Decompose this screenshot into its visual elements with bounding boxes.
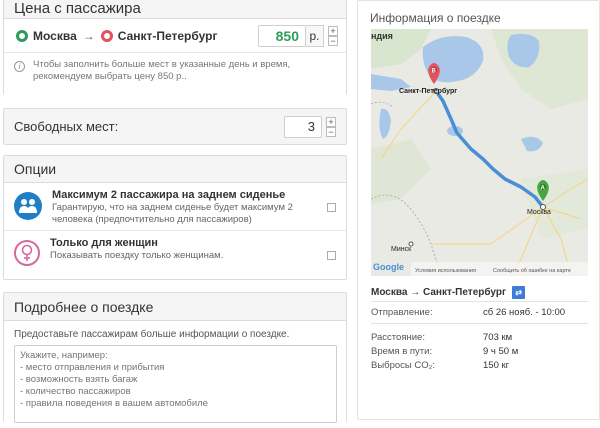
option-title: Максимум 2 пассажира на заднем сиденье	[52, 189, 286, 201]
seats-label: Свободных мест:	[14, 119, 119, 134]
option-women-only-checkbox[interactable]	[327, 251, 336, 260]
currency-label: р.	[306, 24, 324, 47]
price-decrease-button[interactable]: −	[328, 35, 338, 46]
price-stepper[interactable]: + −	[328, 25, 338, 46]
route-map[interactable]: B A ндия Санкт-Петербург Москва Минск Go…	[371, 29, 588, 276]
details-label: Предоставьте пассажирам больше информаци…	[14, 329, 290, 340]
route-summary-text: Москва → Санкт-Петербург	[371, 287, 507, 298]
details-textarea[interactable]	[14, 345, 337, 423]
two-passengers-icon	[14, 192, 42, 220]
divider	[371, 323, 588, 324]
map-label-minsk: Минск	[391, 246, 412, 253]
female-icon	[14, 240, 40, 266]
distance-label: Расстояние:	[371, 332, 425, 343]
seats-panel: Свободных мест: 3 + −	[3, 108, 347, 145]
seats-decrease-button[interactable]: −	[326, 126, 336, 137]
map-label-region: ндия	[371, 31, 393, 41]
route-info-icon: ⇄	[512, 286, 526, 299]
map-label-spb: Санкт-Петербург	[399, 87, 457, 95]
options-header: Опции	[4, 156, 346, 183]
google-logo: Google	[373, 262, 404, 272]
price-panel-title: Цена с пассажира	[14, 0, 141, 17]
seats-increase-button[interactable]: +	[326, 116, 336, 127]
seats-input[interactable]: 3	[284, 115, 322, 138]
departure-label: Отправление:	[371, 307, 433, 318]
options-title: Опции	[14, 161, 57, 177]
option-description: Гарантирую, что на заднем сиденье будет …	[52, 202, 293, 225]
route-row: Москва → Санкт-Петербург 850 р. + −	[4, 19, 346, 53]
trip-info-panel: Информация о поездке B A ндия Санкт-Пете…	[357, 0, 600, 420]
price-hint: i Чтобы заполнить больше мест в указанны…	[4, 53, 346, 96]
duration-value: 9 ч 50 м	[483, 346, 519, 357]
option-max-two-checkbox[interactable]	[327, 203, 336, 212]
options-panel: Опции Максимум 2 пассажира на заднем сид…	[3, 155, 347, 280]
distance-value: 703 км	[483, 332, 513, 343]
price-hint-text: Чтобы заполнить больше мест в указанные …	[33, 59, 291, 82]
map-label-moscow: Москва	[527, 209, 551, 216]
details-title: Подробнее о поездке	[14, 298, 154, 315]
co2-row: Выбросы CO₂: 150 кг	[371, 360, 591, 371]
duration-label: Время в пути:	[371, 346, 433, 357]
route-summary: Москва → Санкт-Петербург ⇄	[371, 286, 526, 299]
co2-label: Выбросы CO₂:	[371, 360, 435, 371]
departure-value: сб 26 нояб. - 10:00	[483, 307, 566, 318]
duration-row: Время в пути: 9 ч 50 м	[371, 346, 591, 357]
co2-value: 150 кг	[483, 360, 510, 371]
price-panel-header: Цена с пассажира	[4, 0, 346, 19]
price-panel: Цена с пассажира Москва → Санкт-Петербур…	[3, 0, 347, 96]
origin-city: Москва	[33, 28, 77, 43]
details-panel: Подробнее о поездке Предоставьте пассажи…	[3, 292, 347, 423]
marker-b-label: B	[432, 69, 437, 75]
divider	[371, 301, 588, 302]
option-title: Только для женщин	[50, 237, 158, 249]
route-arrow: →	[82, 28, 95, 43]
option-description: Показывать поездку только женщинам.	[50, 250, 224, 261]
trip-info-title: Информация о поездке	[370, 11, 501, 25]
destination-city: Санкт-Петербург	[117, 28, 218, 43]
info-icon: i	[14, 61, 25, 72]
map-terms-link: Условия использования	[415, 268, 476, 274]
price-increase-button[interactable]: +	[328, 25, 338, 36]
origin-dot-icon	[16, 29, 28, 42]
price-input[interactable]: 850	[258, 24, 306, 47]
option-max-two-back[interactable]: Максимум 2 пассажира на заднем сиденье Г…	[4, 183, 346, 231]
distance-row: Расстояние: 703 км	[371, 332, 591, 343]
destination-dot-icon	[100, 29, 113, 42]
departure-row: Отправление: сб 26 нояб. - 10:00	[371, 307, 591, 318]
details-header: Подробнее о поездке	[4, 293, 346, 321]
marker-a-label: A	[541, 186, 546, 192]
map-report-link: Сообщить об ошибке на карте	[493, 268, 571, 274]
seats-stepper[interactable]: + −	[326, 116, 336, 137]
option-women-only[interactable]: Только для женщин Показывать поездку тол…	[4, 231, 346, 279]
